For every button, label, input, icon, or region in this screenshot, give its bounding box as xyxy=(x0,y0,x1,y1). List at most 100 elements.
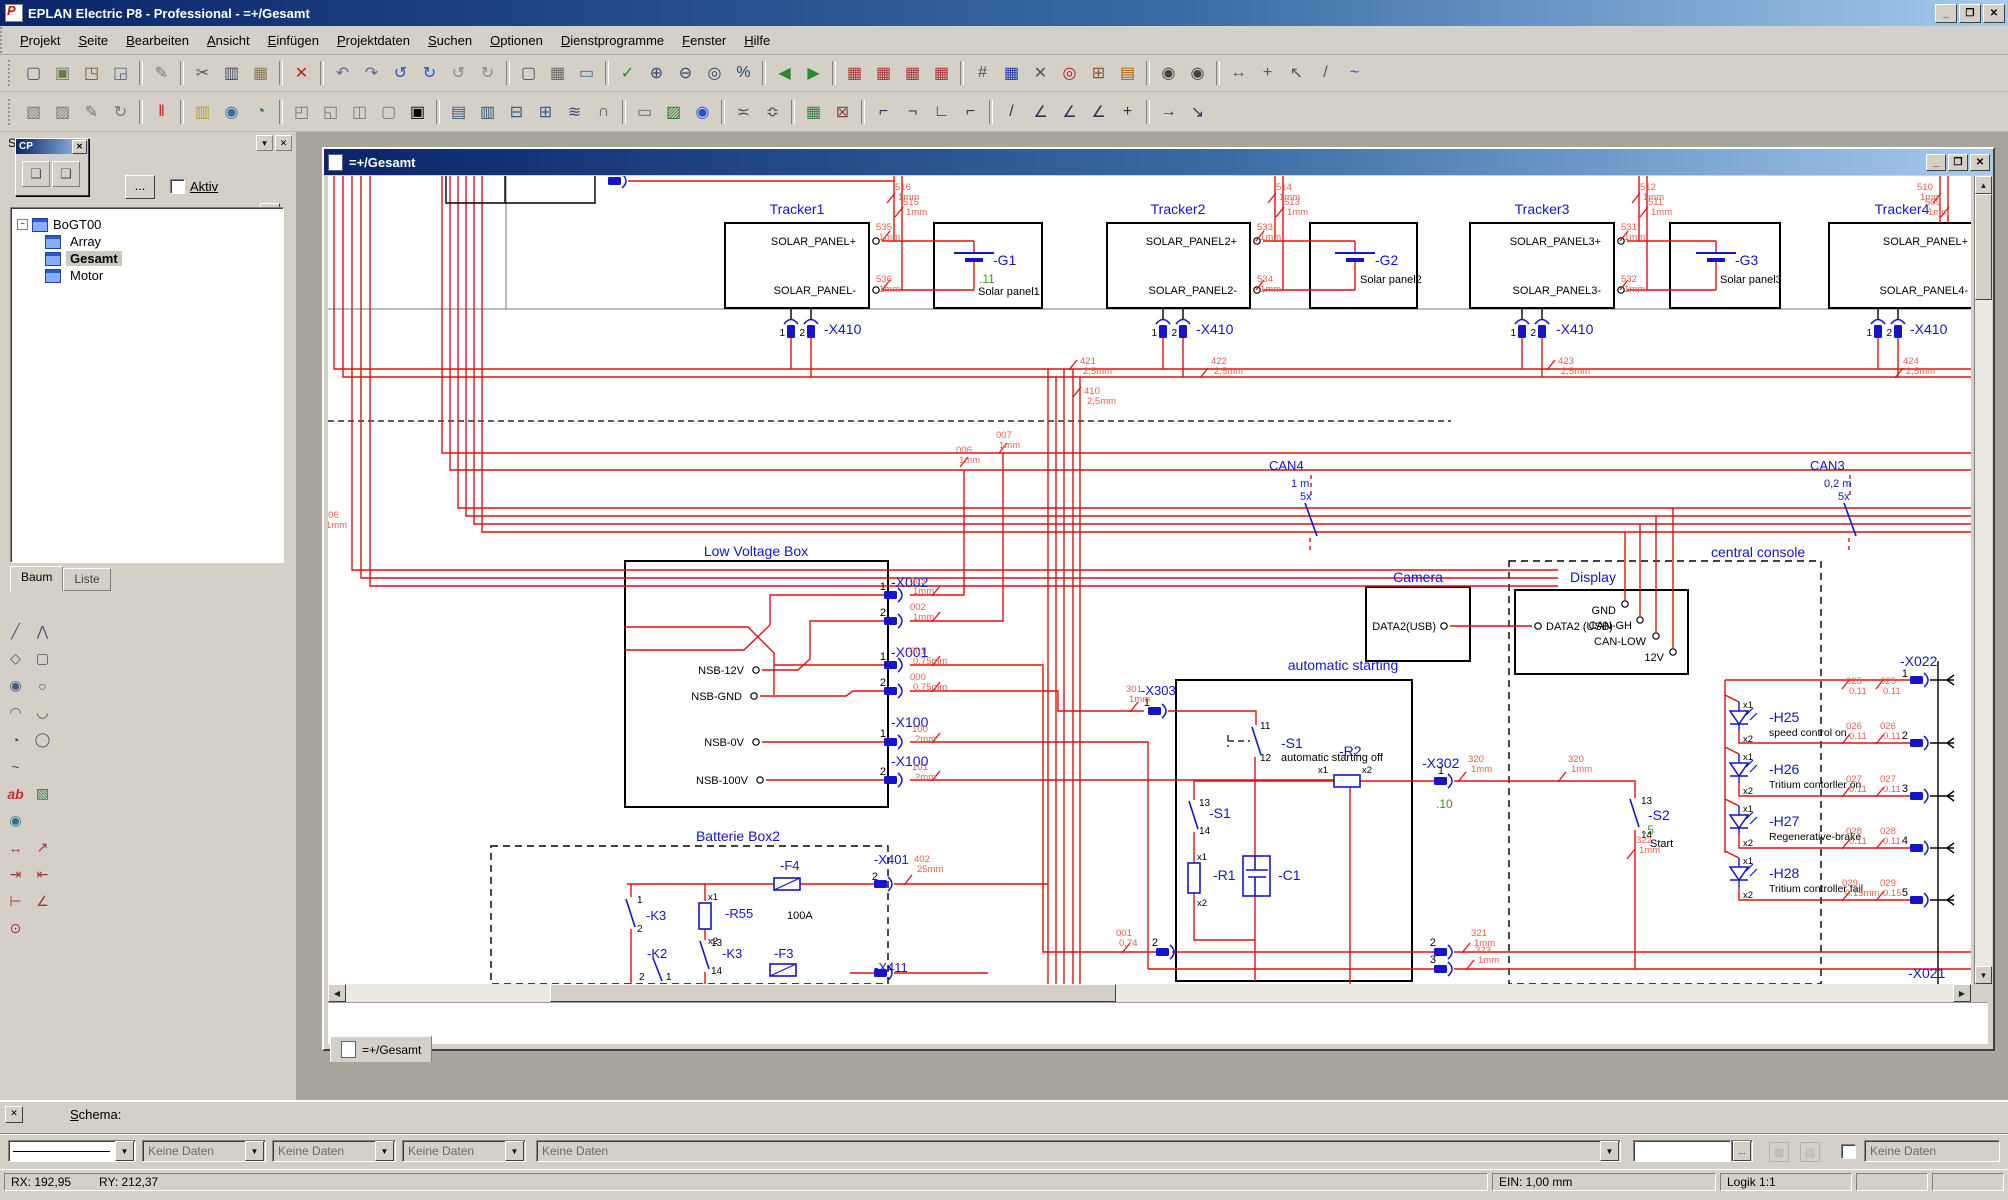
zoom-window-icon[interactable]: ◎ xyxy=(700,58,729,87)
paste-special-icon[interactable]: ▧ xyxy=(19,98,48,127)
grid-small-icon[interactable]: # xyxy=(968,58,997,87)
property-combo-1[interactable]: Keine Daten▼ xyxy=(142,1140,266,1162)
arrow-diag-icon[interactable]: ↘ xyxy=(1183,98,1212,127)
import-page-icon[interactable]: ◳ xyxy=(77,58,106,87)
redo-step-icon[interactable]: ↷ xyxy=(357,58,386,87)
tree-root[interactable]: −BoGT00 xyxy=(11,216,283,233)
open-page-icon[interactable]: ▣ xyxy=(48,58,77,87)
menu-ansicht[interactable]: Ansicht xyxy=(198,29,259,52)
find-symbol-icon[interactable]: ◎ xyxy=(1055,58,1084,87)
chevron-down-icon[interactable]: ▼ xyxy=(375,1141,394,1161)
menu-projekt[interactable]: Projekt xyxy=(11,29,69,52)
image-icon[interactable]: ▧ xyxy=(29,780,56,807)
menu-suchen[interactable]: Suchen xyxy=(419,29,481,52)
new-page-icon[interactable]: ▢ xyxy=(19,58,48,87)
horizontal-scroll-thumb[interactable] xyxy=(550,984,1116,1002)
maximize-button[interactable]: ❐ xyxy=(1959,4,1981,23)
angle-4-icon[interactable]: ∠ xyxy=(1084,98,1113,127)
dock-close-button[interactable]: ✕ xyxy=(275,135,292,151)
browse-button[interactable]: ... xyxy=(1733,1141,1751,1161)
snap-off-icon[interactable]: ✕ xyxy=(1026,58,1055,87)
menu-einfügen[interactable]: Einfügen xyxy=(259,29,328,52)
wheel-tool-icon[interactable]: ◔ xyxy=(246,98,275,127)
grid-d-icon[interactable]: ▦ xyxy=(927,58,956,87)
horizontal-scrollbar[interactable]: ◀ ▶ xyxy=(328,984,1971,1002)
grid-a-icon[interactable]: ▦ xyxy=(840,58,869,87)
scroll-down-button[interactable]: ▼ xyxy=(1975,966,1992,984)
scroll-right-button[interactable]: ▶ xyxy=(1953,984,1971,1002)
dim-continued-icon[interactable]: ⇥ xyxy=(2,861,29,888)
resync-icon[interactable]: ↻ xyxy=(106,98,135,127)
sector-icon[interactable]: ◔ xyxy=(2,726,29,753)
symbol-insert-icon[interactable]: ▤ xyxy=(444,98,473,127)
search-icon[interactable]: ◉ xyxy=(1154,58,1183,87)
workbook-icon[interactable]: ▭ xyxy=(572,58,601,87)
chevron-down-icon[interactable]: ▼ xyxy=(245,1141,264,1161)
property-combo-3[interactable]: Keine Daten▼ xyxy=(402,1140,526,1162)
tree-item-motor[interactable]: Motor xyxy=(11,267,283,284)
dock-collapse-button[interactable]: ▾ xyxy=(256,135,273,151)
device-insert-icon[interactable]: ▥ xyxy=(473,98,502,127)
link-tool-icon[interactable]: ◉ xyxy=(688,98,717,127)
conn-sym1-icon[interactable]: ≍ xyxy=(729,98,758,127)
chevron-down-icon[interactable]: ▼ xyxy=(115,1141,134,1161)
pe-view-icon[interactable]: ▦ xyxy=(799,98,828,127)
menu-optionen[interactable]: Optionen xyxy=(481,29,552,52)
aktiv-checkbox[interactable] xyxy=(170,179,185,194)
crosshair-icon[interactable]: + xyxy=(1253,58,1282,87)
grid-c-icon[interactable]: ▦ xyxy=(898,58,927,87)
arrow-right-icon[interactable]: → xyxy=(1154,98,1183,127)
paste-a-icon[interactable]: ◰ xyxy=(287,98,316,127)
child-minimize-button[interactable]: _ xyxy=(1926,154,1946,171)
grid-on-icon[interactable]: ▦ xyxy=(997,58,1026,87)
dim-radius-icon[interactable]: ⊙ xyxy=(2,915,29,942)
report-tool-icon[interactable]: ▤ xyxy=(1113,58,1142,87)
ellipse-icon[interactable]: ◯ xyxy=(29,726,56,753)
dim-angle-icon[interactable]: ∠ xyxy=(29,888,56,915)
pic-tool-icon[interactable]: ▨ xyxy=(659,98,688,127)
zoom-out-icon[interactable]: ⊖ xyxy=(671,58,700,87)
option-button-1[interactable]: ▦ xyxy=(1769,1142,1789,1162)
redo-icon[interactable]: ↻ xyxy=(415,58,444,87)
circle-defined-icon[interactable]: ◉ xyxy=(2,672,29,699)
update-icon[interactable]: ✓ xyxy=(613,58,642,87)
corner-ul-icon[interactable]: ∟ xyxy=(927,98,956,127)
page-back-icon[interactable]: ◀ xyxy=(770,58,799,87)
t-node-icon[interactable]: + xyxy=(1113,98,1142,127)
page-properties-icon[interactable]: ✎ xyxy=(147,58,176,87)
tab-liste[interactable]: Liste xyxy=(63,568,110,591)
document-tab[interactable]: =+/Gesamt xyxy=(330,1035,432,1062)
pointer-k-icon[interactable]: ↖ xyxy=(1282,58,1311,87)
conn-sym2-icon[interactable]: ≎ xyxy=(758,98,787,127)
cp-action-2-button[interactable]: ❏ xyxy=(52,161,80,187)
undo-icon[interactable]: ↺ xyxy=(386,58,415,87)
cp-close-button[interactable]: ✕ xyxy=(72,140,87,154)
menu-fenster[interactable]: Fenster xyxy=(673,29,735,52)
redo-list-icon[interactable]: ↻ xyxy=(473,58,502,87)
arc-3point-icon[interactable]: ◠ xyxy=(2,699,29,726)
scroll-up-button[interactable]: ▲ xyxy=(1975,176,1992,194)
format-checkbox[interactable] xyxy=(1841,1144,1856,1159)
scroll-left-button[interactable]: ◀ xyxy=(328,984,346,1002)
option-button-2[interactable]: ▨ xyxy=(1800,1142,1820,1162)
measure-icon[interactable]: ↔ xyxy=(1224,58,1253,87)
tree-expander[interactable]: − xyxy=(17,219,28,230)
copy-icon[interactable]: ▥ xyxy=(217,58,246,87)
circle-icon[interactable]: ○ xyxy=(29,672,56,699)
corner-ur-icon[interactable]: ⌐ xyxy=(956,98,985,127)
undo-step-icon[interactable]: ↶ xyxy=(328,58,357,87)
dim-oblique-icon[interactable]: ↗ xyxy=(29,834,56,861)
plc-insert-icon[interactable]: ⊞ xyxy=(531,98,560,127)
tree-item-array[interactable]: Array xyxy=(11,233,283,250)
part-view-icon[interactable]: ⊠ xyxy=(828,98,857,127)
window-macro-icon[interactable]: ▣ xyxy=(403,98,432,127)
format-brush-icon[interactable]: ✎ xyxy=(77,98,106,127)
terminal-insert-icon[interactable]: ⊟ xyxy=(502,98,531,127)
device-nav-icon[interactable]: ◉ xyxy=(217,98,246,127)
child-close-button[interactable]: ✕ xyxy=(1970,154,1990,171)
spline-icon[interactable]: ~ xyxy=(2,753,29,780)
page-forward-icon[interactable]: ▶ xyxy=(799,58,828,87)
menu-dienstprogramme[interactable]: Dienstprogramme xyxy=(552,29,673,52)
angle-1-icon[interactable]: / xyxy=(997,98,1026,127)
text-icon[interactable]: ab xyxy=(2,780,29,807)
